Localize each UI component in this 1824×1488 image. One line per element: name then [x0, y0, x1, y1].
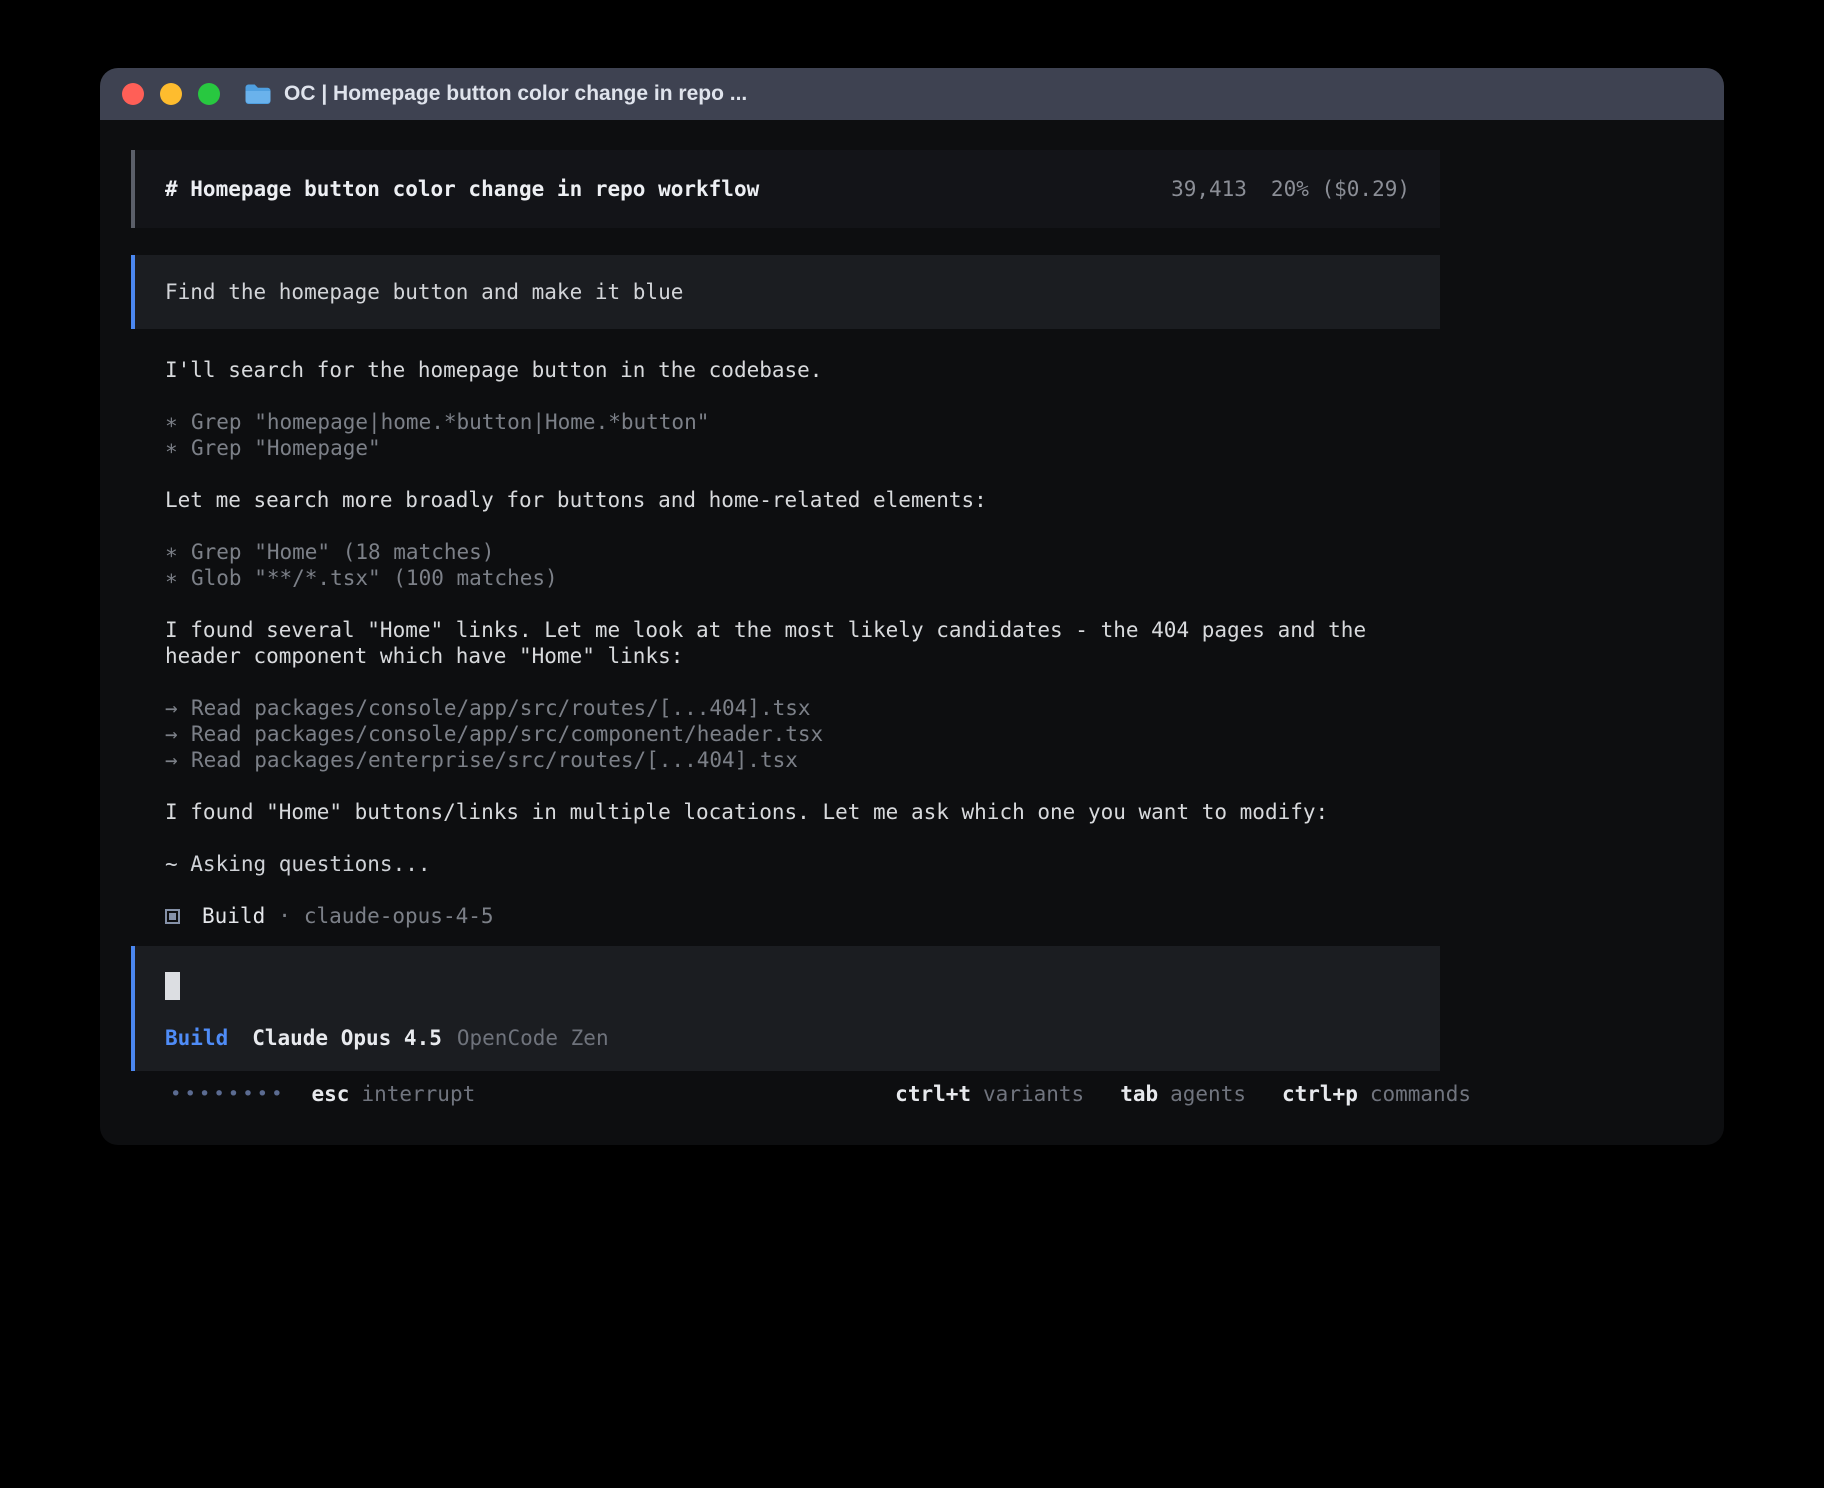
read-arrow-icon: → [165, 747, 191, 773]
shortcut-label: agents [1170, 1081, 1246, 1107]
badge-separator: · [278, 903, 291, 929]
tool-call-group-1: ∗Grep "homepage|home.*button|Home.*butto… [165, 409, 1440, 461]
tool-bullet-icon: ∗ [165, 565, 191, 591]
build-agent-icon [165, 909, 180, 924]
session-content: # Homepage button color change in repo w… [131, 150, 1440, 1107]
model-name: Claude Opus 4.5 [252, 1025, 442, 1051]
esc-key-label: interrupt [361, 1081, 475, 1107]
text-cursor [165, 972, 180, 1000]
minimize-button[interactable] [160, 83, 182, 105]
tool-call-text: Grep "Home" (18 matches) [191, 540, 494, 564]
tool-bullet-icon: ∗ [165, 539, 191, 565]
spinner-dots-icon: •••••••• [170, 1081, 286, 1107]
titlebar[interactable]: OC | Homepage button color change in rep… [100, 68, 1724, 120]
agent-model: claude-opus-4-5 [304, 903, 494, 929]
session-title: # Homepage button color change in repo w… [165, 177, 759, 201]
esc-key-hint: esc [312, 1081, 350, 1107]
prompt-input[interactable]: Build Claude Opus 4.5 OpenCode Zen [131, 946, 1440, 1071]
read-arrow-icon: → [165, 721, 191, 747]
tool-call-text: Read packages/enterprise/src/routes/[...… [191, 748, 798, 772]
agent-name: Build [202, 903, 265, 929]
tool-call-text: Grep "Homepage" [191, 436, 381, 460]
provider-name: OpenCode Zen [457, 1025, 609, 1051]
tool-bullet-icon: ∗ [165, 435, 191, 461]
tool-call-text: Grep "homepage|home.*button|Home.*button… [191, 410, 709, 434]
tool-call: ∗Grep "Homepage" [165, 435, 1440, 461]
status-bar-right: ctrl+t variants tab agents ctrl+p comman… [859, 1081, 1471, 1107]
shortcut-agents: tab agents [1120, 1081, 1246, 1107]
shortcut-commands: ctrl+p commands [1282, 1081, 1471, 1107]
tool-bullet-icon: ∗ [165, 409, 191, 435]
tool-call-text: Glob "**/*.tsx" (100 matches) [191, 566, 558, 590]
assistant-text-intro: I'll search for the homepage button in t… [165, 357, 1440, 383]
tool-call-group-2: ∗Grep "Home" (18 matches) ∗Glob "**/*.ts… [165, 539, 1440, 591]
tool-call: ∗Glob "**/*.tsx" (100 matches) [165, 565, 1440, 591]
shortcut-key: ctrl+p [1282, 1081, 1358, 1107]
session-header: # Homepage button color change in repo w… [131, 150, 1440, 228]
status-line: ~ Asking questions... [165, 851, 1440, 877]
shortcut-key: ctrl+t [895, 1081, 971, 1107]
tool-call: →Read packages/console/app/src/component… [165, 721, 1440, 747]
tool-call: →Read packages/console/app/src/routes/[.… [165, 695, 1440, 721]
terminal-content[interactable]: # Homepage button color change in repo w… [100, 120, 1724, 1107]
assistant-text-broaden: Let me search more broadly for buttons a… [165, 487, 1440, 513]
tool-call: ∗Grep "Home" (18 matches) [165, 539, 1440, 565]
folder-icon [244, 83, 272, 105]
context-percent-cost: 20% ($0.29) [1271, 177, 1410, 201]
assistant-text-candidates: I found several "Home" links. Let me loo… [165, 617, 1440, 669]
tool-call-group-3: →Read packages/console/app/src/routes/[.… [165, 695, 1440, 773]
shortcut-key: tab [1120, 1081, 1158, 1107]
window-title: OC | Homepage button color change in rep… [284, 82, 747, 106]
shortcut-label: commands [1370, 1081, 1471, 1107]
terminal-window: OC | Homepage button color change in rep… [100, 68, 1724, 1145]
input-meta: Build Claude Opus 4.5 OpenCode Zen [165, 1025, 1410, 1051]
shortcut-label: variants [983, 1081, 1084, 1107]
status-bar-left: •••••••• esc interrupt [162, 1081, 475, 1107]
agent-badge: Build · claude-opus-4-5 [165, 903, 1440, 929]
user-message-text: Find the homepage button and make it blu… [165, 280, 683, 304]
tool-call: ∗Grep "homepage|home.*button|Home.*butto… [165, 409, 1440, 435]
user-message: Find the homepage button and make it blu… [131, 255, 1440, 329]
tool-call-text: Read packages/console/app/src/routes/[..… [191, 696, 811, 720]
read-arrow-icon: → [165, 695, 191, 721]
tool-call-text: Read packages/console/app/src/component/… [191, 722, 823, 746]
token-count: 39,413 [1171, 177, 1247, 201]
assistant-text-ask: I found "Home" buttons/links in multiple… [165, 799, 1440, 825]
zoom-button[interactable] [198, 83, 220, 105]
close-button[interactable] [122, 83, 144, 105]
agent-mode-selector[interactable]: Build [165, 1025, 228, 1051]
tool-call: →Read packages/enterprise/src/routes/[..… [165, 747, 1440, 773]
session-stats: 39,413 20% ($0.29) [1171, 177, 1410, 201]
status-bar: •••••••• esc interrupt ctrl+t variants t… [162, 1081, 1471, 1107]
shortcut-variants: ctrl+t variants [895, 1081, 1084, 1107]
